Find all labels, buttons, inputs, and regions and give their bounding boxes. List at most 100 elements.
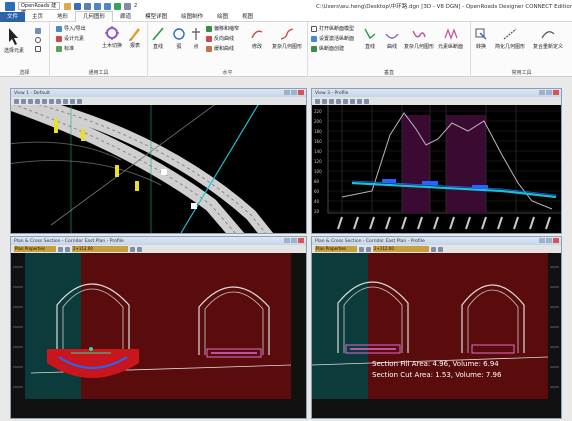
view-attributes-icon[interactable]	[315, 98, 320, 104]
simplify-geometry-button[interactable]: 简化几何图形	[495, 26, 525, 50]
point-button[interactable]: 点	[190, 26, 202, 50]
next-station-icon[interactable]	[130, 246, 135, 252]
tab-home[interactable]: 主页	[25, 12, 50, 22]
pin-icon[interactable]	[114, 2, 121, 10]
workspace-dropdown[interactable]: OpenRoads 建模	[18, 2, 60, 16]
tab-corridors[interactable]: 廊道	[113, 12, 138, 22]
element-profile-button[interactable]: 元素纵断面	[438, 26, 463, 50]
print-icon[interactable]	[124, 2, 131, 10]
profile-canvas[interactable]: 220 200 180 160 140 120 100 80 60 40 20	[312, 105, 561, 233]
zoom-in-icon[interactable]	[21, 98, 26, 104]
vertical-complex-geometry-button[interactable]: 复杂几何图形	[404, 26, 434, 50]
set-active-profile-button[interactable]: 设置激活纵断面	[311, 35, 354, 42]
tab-file[interactable]: 文件	[0, 11, 26, 22]
offset-taper-button[interactable]: 偏移和缩窄	[206, 25, 239, 32]
cross-right-canvas[interactable]: Section Fill Area: 4.96, Volume: 6.94 Se…	[312, 253, 561, 418]
select-element-button[interactable]: 选择元素	[4, 26, 24, 54]
maximize-icon[interactable]	[291, 238, 297, 243]
rotate-view-icon[interactable]	[49, 98, 54, 104]
cross-left-drawing	[11, 253, 306, 418]
zoom-out-icon[interactable]	[329, 98, 334, 104]
profile-view[interactable]: View 3 - Profile 220 200 180 160 140 120 100 80…	[311, 88, 562, 234]
window-area-icon[interactable]	[35, 98, 40, 104]
close-icon[interactable]	[553, 238, 559, 243]
open-icon[interactable]	[64, 2, 71, 10]
close-icon[interactable]	[553, 90, 559, 95]
complex-geometry-button[interactable]: 复杂几何图形	[272, 26, 302, 50]
civil-toggle-button[interactable]: 土木切换	[102, 25, 122, 49]
profile-y-tick-label: 120	[314, 159, 322, 164]
maximize-icon[interactable]	[546, 238, 552, 243]
horizontal-arc-button[interactable]: 弧	[172, 26, 186, 50]
previous-view-icon[interactable]	[63, 98, 68, 104]
select-box-icon[interactable]	[35, 46, 41, 52]
station-input[interactable]: 2+112.00	[72, 246, 128, 252]
modify-button[interactable]: 修改	[250, 26, 264, 50]
tab-drawing-production[interactable]: 绘图制作	[174, 12, 210, 22]
next-view-icon[interactable]	[364, 98, 369, 104]
horizontal-line-button[interactable]: 直线	[151, 26, 165, 50]
tab-terrain[interactable]: 地形	[50, 12, 75, 22]
save-settings-icon[interactable]	[84, 2, 91, 10]
save-icon[interactable]	[74, 2, 81, 10]
zoom-in-icon[interactable]	[322, 98, 327, 104]
minimize-icon[interactable]	[284, 90, 290, 95]
close-icon[interactable]	[298, 90, 304, 95]
fit-view-icon[interactable]	[343, 98, 348, 104]
pan-view-icon[interactable]	[56, 98, 61, 104]
vertical-curve-button[interactable]: 曲线	[384, 26, 400, 50]
maximize-icon[interactable]	[291, 90, 297, 95]
convert-button[interactable]: 转换	[474, 26, 488, 50]
import-export-button[interactable]: 导入/导出	[56, 25, 86, 32]
reports-button[interactable]: 报表	[128, 25, 142, 49]
minimize-icon[interactable]	[284, 238, 290, 243]
plan-properties-dropdown[interactable]: Plan Properties	[14, 246, 56, 252]
last-station-icon[interactable]	[438, 246, 443, 252]
view-mode-icon[interactable]	[77, 98, 82, 104]
spiral-button[interactable]: 缓和曲线	[206, 45, 234, 52]
tab-model-detailing[interactable]: 模型详图	[138, 12, 174, 22]
plan-view[interactable]: View 1 - Default	[10, 88, 307, 234]
next-view-icon[interactable]	[70, 98, 75, 104]
minimize-icon[interactable]	[539, 90, 545, 95]
open-profile-model-button[interactable]: 打开纵断面模型	[311, 25, 354, 32]
cross-section-view-right[interactable]: Plan & Cross Section - Corridor East Pla…	[311, 236, 562, 419]
tab-view[interactable]: 视图	[235, 12, 260, 22]
group-label-select: 选择	[19, 70, 30, 76]
reverse-curve-button[interactable]: 反向曲线	[206, 35, 234, 42]
next-station-icon[interactable]	[431, 246, 436, 252]
window-area-icon[interactable]	[336, 98, 341, 104]
cross-left-canvas[interactable]	[11, 253, 306, 418]
vertical-line-button[interactable]: 直线	[363, 26, 377, 50]
redo-icon[interactable]	[104, 2, 111, 10]
last-station-icon[interactable]	[137, 246, 142, 252]
undo-icon[interactable]	[94, 2, 101, 10]
previous-view-icon[interactable]	[357, 98, 362, 104]
select-circle-icon[interactable]	[35, 37, 41, 43]
maximize-icon[interactable]	[546, 90, 552, 95]
tab-drawing[interactable]: 绘图	[210, 12, 235, 22]
view-workspace: View 1 - Default Plan & Cross Section - …	[0, 78, 572, 421]
complex-redefine-button[interactable]: 复合重新定义	[533, 26, 563, 50]
plan-properties-dropdown[interactable]: Plan Properties	[315, 246, 357, 252]
prev-station-icon[interactable]	[366, 246, 371, 252]
prev-station-icon[interactable]	[65, 246, 70, 252]
select-mode-icon[interactable]	[35, 28, 41, 34]
first-station-icon[interactable]	[58, 246, 63, 252]
ribbon: 选择元素 选择 导入/导出 设计元素 标准 土木切换 报表 通用工具 直线 弧	[0, 22, 572, 77]
tab-geometry[interactable]: 几何图形	[75, 11, 114, 22]
view-attributes-icon[interactable]	[14, 98, 19, 104]
first-station-icon[interactable]	[359, 246, 364, 252]
standards-button[interactable]: 标准	[56, 45, 74, 52]
design-elements-button[interactable]: 设计元素	[56, 35, 84, 42]
ribbon-group-vertical: 打开纵断面模型 设置激活纵断面 纵断面创建 直线 曲线 复杂几何图形 元素纵断面…	[308, 22, 471, 77]
minimize-icon[interactable]	[539, 238, 545, 243]
station-input[interactable]: 2+112.00	[373, 246, 429, 252]
fit-view-icon[interactable]	[42, 98, 47, 104]
pan-view-icon[interactable]	[350, 98, 355, 104]
zoom-out-icon[interactable]	[28, 98, 33, 104]
profile-creation-button[interactable]: 纵断面创建	[311, 45, 344, 52]
close-icon[interactable]	[298, 238, 304, 243]
cross-section-view-left[interactable]: Plan & Cross Section - Corridor East Pla…	[10, 236, 307, 419]
plan-canvas[interactable]	[11, 94, 306, 233]
